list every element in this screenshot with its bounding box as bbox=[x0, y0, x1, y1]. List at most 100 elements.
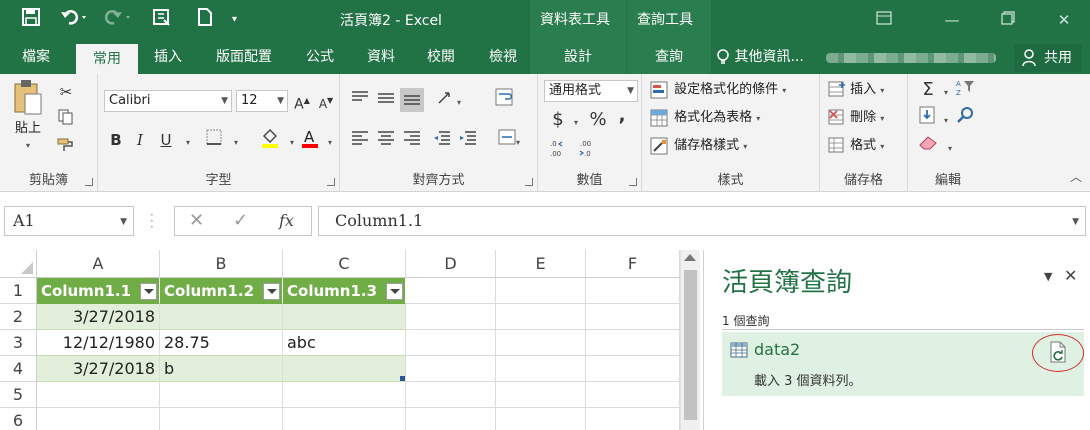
tab-review[interactable]: 校閱 bbox=[416, 40, 466, 74]
underline-button[interactable]: U bbox=[154, 128, 178, 152]
tell-me-box[interactable]: 其他資訊... bbox=[716, 40, 826, 74]
empty-cell[interactable] bbox=[406, 278, 496, 304]
customize-toolbar-icon[interactable]: ▾ bbox=[232, 8, 237, 32]
tab-page-layout[interactable]: 版面配置 bbox=[204, 40, 284, 74]
pane-options-icon[interactable]: ▼ bbox=[1044, 270, 1052, 283]
empty-cell[interactable] bbox=[586, 408, 680, 430]
tab-query[interactable]: 查詢 bbox=[627, 40, 711, 74]
row-header-4[interactable]: 4 bbox=[0, 356, 37, 382]
worksheet-grid[interactable]: A B C D E F 1 2 3 4 5 6 Column1.1 Column… bbox=[0, 250, 680, 430]
close-icon[interactable]: ✕ bbox=[1050, 6, 1078, 34]
orientation-icon[interactable]: ▾ bbox=[432, 88, 466, 112]
empty-cell[interactable] bbox=[406, 382, 496, 408]
query-item[interactable]: data2 載入 3 個資料列。 bbox=[722, 332, 1084, 396]
tab-formulas[interactable]: 公式 bbox=[294, 40, 346, 74]
filter-dropdown-icon[interactable] bbox=[263, 283, 280, 300]
restore-icon[interactable] bbox=[994, 6, 1022, 34]
row-header-2[interactable]: 2 bbox=[0, 304, 37, 330]
table-cell[interactable]: 12/12/1980 bbox=[37, 330, 160, 356]
font-color-dropdown-icon[interactable]: ▾ bbox=[318, 128, 342, 152]
delete-cells-button[interactable]: 刪除 ▾ bbox=[828, 106, 884, 130]
borders-icon[interactable] bbox=[202, 128, 226, 152]
align-left-icon[interactable] bbox=[348, 128, 372, 152]
wrap-text-icon[interactable] bbox=[492, 88, 516, 112]
copy-icon[interactable] bbox=[54, 108, 78, 132]
empty-cell[interactable] bbox=[586, 278, 680, 304]
align-center-icon[interactable] bbox=[374, 128, 398, 152]
enter-icon[interactable]: ✓ bbox=[233, 207, 248, 235]
empty-cell[interactable] bbox=[406, 330, 496, 356]
borders-dropdown-icon[interactable]: ▾ bbox=[224, 128, 248, 152]
table-cell[interactable]: 3/27/2018 bbox=[37, 304, 160, 330]
empty-cell[interactable] bbox=[496, 278, 586, 304]
increase-decimal-icon[interactable]: .0.00 bbox=[546, 138, 570, 162]
filter-dropdown-icon[interactable] bbox=[140, 283, 157, 300]
empty-cell[interactable] bbox=[406, 304, 496, 330]
tab-design[interactable]: 設計 bbox=[530, 40, 626, 74]
row-header-1[interactable]: 1 bbox=[0, 278, 37, 304]
align-right-icon[interactable] bbox=[400, 128, 424, 152]
align-bottom-icon[interactable] bbox=[400, 88, 424, 112]
quick-print-icon[interactable] bbox=[152, 8, 172, 32]
minimize-icon[interactable]: — bbox=[938, 6, 966, 34]
currency-dropdown-icon[interactable]: ▾ bbox=[564, 108, 588, 132]
clear-dropdown-icon[interactable]: ▾ bbox=[938, 134, 962, 158]
empty-cell[interactable] bbox=[586, 330, 680, 356]
table-resize-handle[interactable] bbox=[400, 376, 405, 381]
number-format-combo[interactable]: 通用格式 ▼ bbox=[544, 80, 638, 102]
paste-button[interactable]: 貼上 ▾ bbox=[8, 78, 48, 150]
cancel-icon[interactable]: ✕ bbox=[189, 207, 204, 235]
font-size-combo[interactable]: 12 ▼ bbox=[236, 90, 288, 112]
tab-insert[interactable]: 插入 bbox=[142, 40, 194, 74]
increase-indent-icon[interactable] bbox=[456, 128, 480, 152]
insert-function-icon[interactable]: fx bbox=[279, 207, 294, 235]
tab-home[interactable]: 常用 bbox=[76, 44, 138, 74]
table-cell[interactable] bbox=[160, 304, 283, 330]
empty-cell[interactable] bbox=[283, 382, 406, 408]
column-header-a[interactable]: A bbox=[37, 250, 160, 278]
font-name-combo[interactable]: Calibri ▼ bbox=[104, 90, 232, 112]
empty-cell[interactable] bbox=[496, 382, 586, 408]
percent-button[interactable]: % bbox=[586, 108, 610, 132]
table-cell[interactable]: abc bbox=[283, 330, 406, 356]
empty-cell[interactable] bbox=[496, 304, 586, 330]
clear-icon[interactable] bbox=[916, 134, 940, 158]
conditional-formatting-button[interactable]: 設定格式化的條件 ▾ bbox=[650, 78, 786, 102]
row-header-5[interactable]: 5 bbox=[0, 382, 37, 408]
table-cell[interactable]: 28.75 bbox=[160, 330, 283, 356]
table-cell[interactable] bbox=[283, 304, 406, 330]
decrease-decimal-icon[interactable]: .00.0 bbox=[576, 138, 600, 162]
insert-cells-button[interactable]: 插入 ▾ bbox=[828, 78, 884, 102]
bold-button[interactable]: B bbox=[104, 128, 128, 152]
undo-icon[interactable] bbox=[60, 8, 90, 32]
ribbon-display-icon[interactable] bbox=[870, 6, 898, 34]
format-as-table-button[interactable]: 格式化為表格 ▾ bbox=[650, 106, 760, 130]
pane-close-icon[interactable]: ✕ bbox=[1064, 266, 1077, 285]
empty-cell[interactable] bbox=[406, 408, 496, 430]
find-select-icon[interactable] bbox=[954, 106, 978, 130]
sort-filter-icon[interactable]: AZ bbox=[954, 78, 978, 102]
empty-cell[interactable] bbox=[160, 408, 283, 430]
empty-cell[interactable] bbox=[37, 382, 160, 408]
scroll-thumb[interactable] bbox=[684, 270, 697, 420]
alignment-launcher-icon[interactable] bbox=[525, 178, 533, 186]
scroll-up-icon[interactable] bbox=[684, 254, 696, 261]
tab-file[interactable]: 檔案 bbox=[10, 40, 62, 74]
row-header-6[interactable]: 6 bbox=[0, 408, 37, 430]
select-all-corner[interactable] bbox=[0, 250, 37, 278]
format-painter-icon[interactable] bbox=[54, 136, 78, 160]
decrease-font-icon[interactable]: A▼ bbox=[314, 89, 338, 113]
name-box[interactable]: A1 ▼ bbox=[4, 206, 134, 236]
redo-icon[interactable] bbox=[104, 8, 134, 32]
new-file-icon[interactable] bbox=[196, 8, 214, 32]
share-button[interactable]: 共用 bbox=[1014, 44, 1082, 72]
row-header-3[interactable]: 3 bbox=[0, 330, 37, 356]
comma-button[interactable]: , bbox=[610, 104, 634, 128]
table-cell[interactable] bbox=[283, 356, 406, 382]
table-cell[interactable]: b bbox=[160, 356, 283, 382]
empty-cell[interactable] bbox=[496, 408, 586, 430]
clipboard-launcher-icon[interactable] bbox=[85, 178, 93, 186]
column-header-d[interactable]: D bbox=[406, 250, 496, 278]
empty-cell[interactable] bbox=[406, 356, 496, 382]
filter-dropdown-icon[interactable] bbox=[386, 283, 403, 300]
